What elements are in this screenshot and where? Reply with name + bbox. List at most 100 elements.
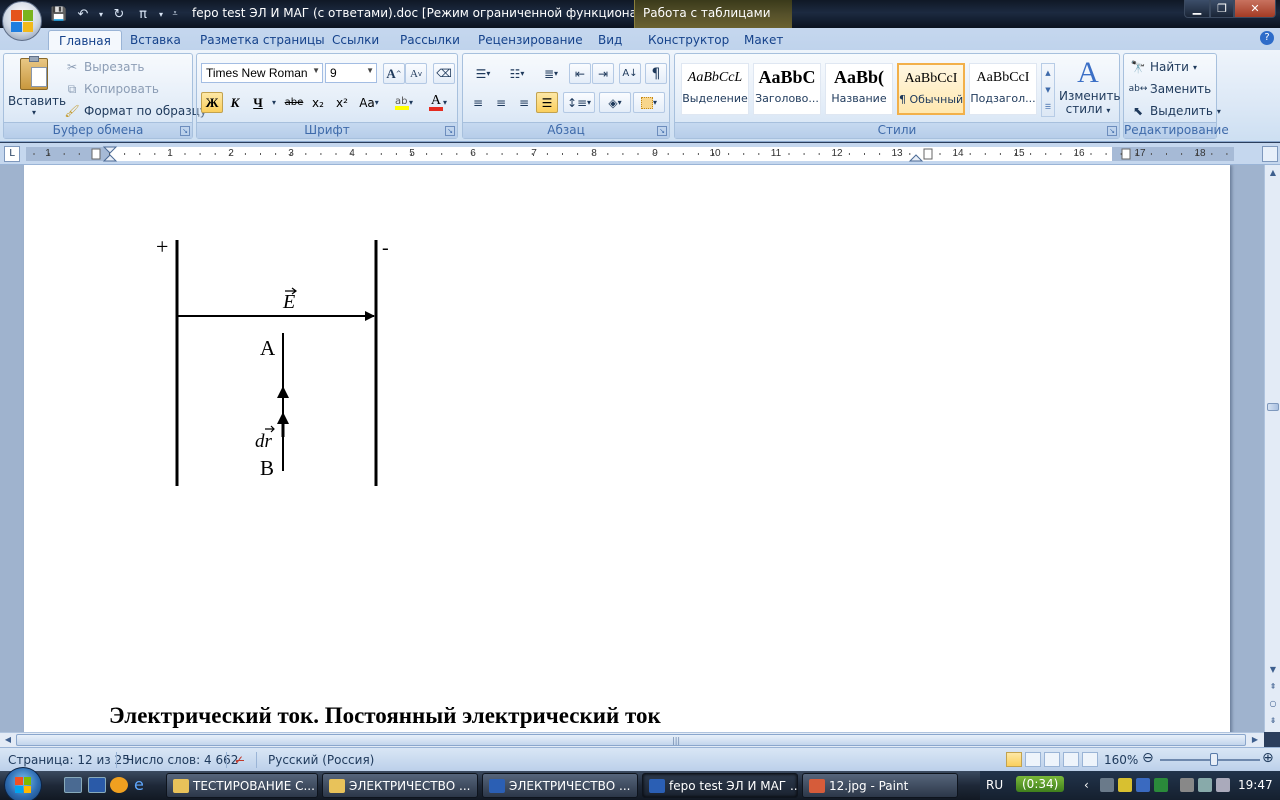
- signal-icon[interactable]: [1198, 778, 1212, 792]
- word-count[interactable]: Число слов: 4 662: [126, 753, 238, 767]
- bullets-button[interactable]: ☰ ▾: [467, 63, 499, 84]
- strikethrough-button[interactable]: abe: [283, 92, 305, 113]
- show-marks-button[interactable]: ¶: [645, 63, 667, 84]
- style-heading[interactable]: AaBbC Заголово...: [753, 63, 821, 115]
- battery-timer[interactable]: (0:34): [1016, 776, 1065, 792]
- language-bar[interactable]: RU: [986, 778, 1003, 792]
- office-button[interactable]: [2, 1, 42, 41]
- table-column-marker[interactable]: [91, 148, 101, 160]
- tab-layout[interactable]: Макет: [734, 30, 793, 50]
- print-layout-view-icon[interactable]: [1006, 752, 1022, 767]
- switch-windows-icon[interactable]: [88, 777, 106, 793]
- replace-button[interactable]: ab↔ Заменить: [1129, 79, 1212, 99]
- style-subtitle[interactable]: AaBbCcI Подзагол...: [969, 63, 1037, 115]
- format-painter-button[interactable]: 🖌 Формат по образцу: [64, 101, 207, 121]
- superscript-button[interactable]: x²: [331, 92, 353, 113]
- outline-view-icon[interactable]: [1063, 752, 1079, 767]
- paste-button[interactable]: Вставить ▾: [8, 56, 66, 120]
- undo-icon[interactable]: ↶: [72, 5, 94, 23]
- minimize-button[interactable]: ▁: [1184, 0, 1210, 18]
- underline-button[interactable]: Ч: [247, 92, 269, 113]
- first-line-indent-marker[interactable]: [102, 146, 118, 154]
- zoom-out-icon[interactable]: ⊖: [1142, 750, 1154, 766]
- hanging-indent-marker[interactable]: [102, 154, 118, 162]
- cut-button[interactable]: ✂ Вырезать: [64, 57, 145, 77]
- close-button[interactable]: ✕: [1234, 0, 1276, 18]
- taskbar-button[interactable]: ТЕСТИРОВАНИЕ С...: [166, 773, 318, 798]
- undo-dropdown-icon[interactable]: ▾: [96, 5, 106, 23]
- sort-button[interactable]: A↓: [619, 63, 641, 84]
- styles-gallery-scroll[interactable]: ▲ ▼ ☰: [1041, 63, 1055, 117]
- document-page[interactable]: + - E A dr B Электрический ток. Постоянн…: [24, 165, 1230, 732]
- scroll-down-icon[interactable]: ▼: [1266, 663, 1280, 677]
- taskbar-button[interactable]: fepo test ЭЛ И МАГ ...: [642, 773, 798, 798]
- view-ruler-icon[interactable]: [1262, 146, 1278, 162]
- font-launcher-icon[interactable]: ↘: [445, 126, 455, 136]
- vertical-scroll-thumb[interactable]: [1267, 403, 1279, 411]
- justify-button[interactable]: ☰: [536, 92, 558, 113]
- power-icon[interactable]: [1180, 778, 1194, 792]
- font-color-button[interactable]: A ▾: [423, 92, 453, 113]
- shrink-font-button[interactable]: Av: [405, 63, 427, 84]
- web-layout-view-icon[interactable]: [1044, 752, 1060, 767]
- table-column-marker[interactable]: [1121, 148, 1131, 160]
- select-button[interactable]: ⬉ Выделить ▾: [1130, 101, 1221, 121]
- horizontal-scrollbar[interactable]: ◀ ||| ▶: [0, 732, 1264, 747]
- right-indent-marker[interactable]: [908, 154, 924, 162]
- scroll-up-icon[interactable]: ▲: [1266, 166, 1280, 180]
- table-column-marker[interactable]: [923, 148, 933, 160]
- underline-dropdown-icon[interactable]: ▾: [268, 92, 280, 113]
- full-screen-reading-view-icon[interactable]: [1025, 752, 1041, 767]
- grow-font-button[interactable]: A ^: [383, 63, 405, 84]
- zoom-in-icon[interactable]: ⊕: [1262, 750, 1274, 766]
- tray-app-icon[interactable]: [1136, 778, 1150, 792]
- show-hidden-icons[interactable]: ‹: [1084, 778, 1089, 792]
- taskbar-button[interactable]: 12.jpg - Paint: [802, 773, 958, 798]
- customize-qat-icon[interactable]: ⩡: [168, 5, 182, 23]
- italic-button[interactable]: К: [224, 92, 246, 113]
- next-page-icon[interactable]: ⇟: [1266, 714, 1280, 728]
- taskbar-button[interactable]: ЭЛЕКТРИЧЕСТВО ...: [322, 773, 478, 798]
- gallery-more-icon[interactable]: ☰: [1045, 103, 1051, 111]
- style-emphasis[interactable]: AaBbCcL Выделение: [681, 63, 749, 115]
- tab-mailings[interactable]: Рассылки: [390, 30, 470, 50]
- font-name-dropdown-icon[interactable]: ▼: [312, 66, 320, 75]
- multilevel-list-button[interactable]: ≣ ▾: [535, 63, 567, 84]
- select-browse-object-icon[interactable]: ○: [1266, 697, 1280, 711]
- find-button[interactable]: 🔭 Найти ▾: [1130, 57, 1197, 77]
- equation-icon[interactable]: π: [132, 5, 154, 23]
- change-case-button[interactable]: Aa ▾: [355, 92, 383, 113]
- show-desktop-icon[interactable]: [64, 777, 82, 793]
- tab-review[interactable]: Рецензирование: [468, 30, 593, 50]
- paste-dropdown-icon[interactable]: ▾: [8, 108, 60, 117]
- clear-formatting-button[interactable]: ⌫: [433, 63, 455, 84]
- zoom-level[interactable]: 160%: [1104, 753, 1138, 767]
- increase-indent-button[interactable]: ⇥: [592, 63, 614, 84]
- tab-page-layout[interactable]: Разметка страницы: [190, 30, 335, 50]
- media-player-icon[interactable]: [110, 777, 128, 793]
- change-styles-button[interactable]: A Изменить стили ▾: [1059, 56, 1121, 120]
- tab-insert[interactable]: Вставка: [120, 30, 191, 50]
- gallery-down-icon[interactable]: ▼: [1045, 86, 1050, 94]
- font-name-combo[interactable]: Times New Roman ▼: [201, 63, 323, 83]
- style-normal[interactable]: AaBbCcI ¶ Обычный: [897, 63, 965, 115]
- proofing-icon[interactable]: ✓̶: [234, 753, 244, 767]
- font-size-dropdown-icon[interactable]: ▼: [366, 66, 374, 75]
- highlight-button[interactable]: ab ▾: [389, 92, 419, 113]
- clipboard-launcher-icon[interactable]: ↘: [180, 126, 190, 136]
- align-center-button[interactable]: ≡: [490, 92, 512, 113]
- borders-button[interactable]: ▾: [633, 92, 665, 113]
- maximize-button[interactable]: ❐: [1210, 0, 1234, 18]
- network-tray-icon[interactable]: [1100, 778, 1114, 792]
- shading-button[interactable]: ◈ ▾: [599, 92, 631, 113]
- numbering-button[interactable]: ☷ ▾: [501, 63, 533, 84]
- clock[interactable]: 19:47: [1238, 778, 1273, 792]
- tab-home[interactable]: Главная: [48, 30, 122, 52]
- copy-button[interactable]: ⧉ Копировать: [64, 79, 159, 99]
- bold-button[interactable]: Ж: [201, 92, 223, 113]
- zoom-slider-thumb[interactable]: [1210, 753, 1218, 766]
- page-count[interactable]: Страница: 12 из 25: [8, 753, 130, 767]
- tab-view[interactable]: Вид: [588, 30, 632, 50]
- tray-app-icon[interactable]: [1154, 778, 1168, 792]
- align-right-button[interactable]: ≡: [513, 92, 535, 113]
